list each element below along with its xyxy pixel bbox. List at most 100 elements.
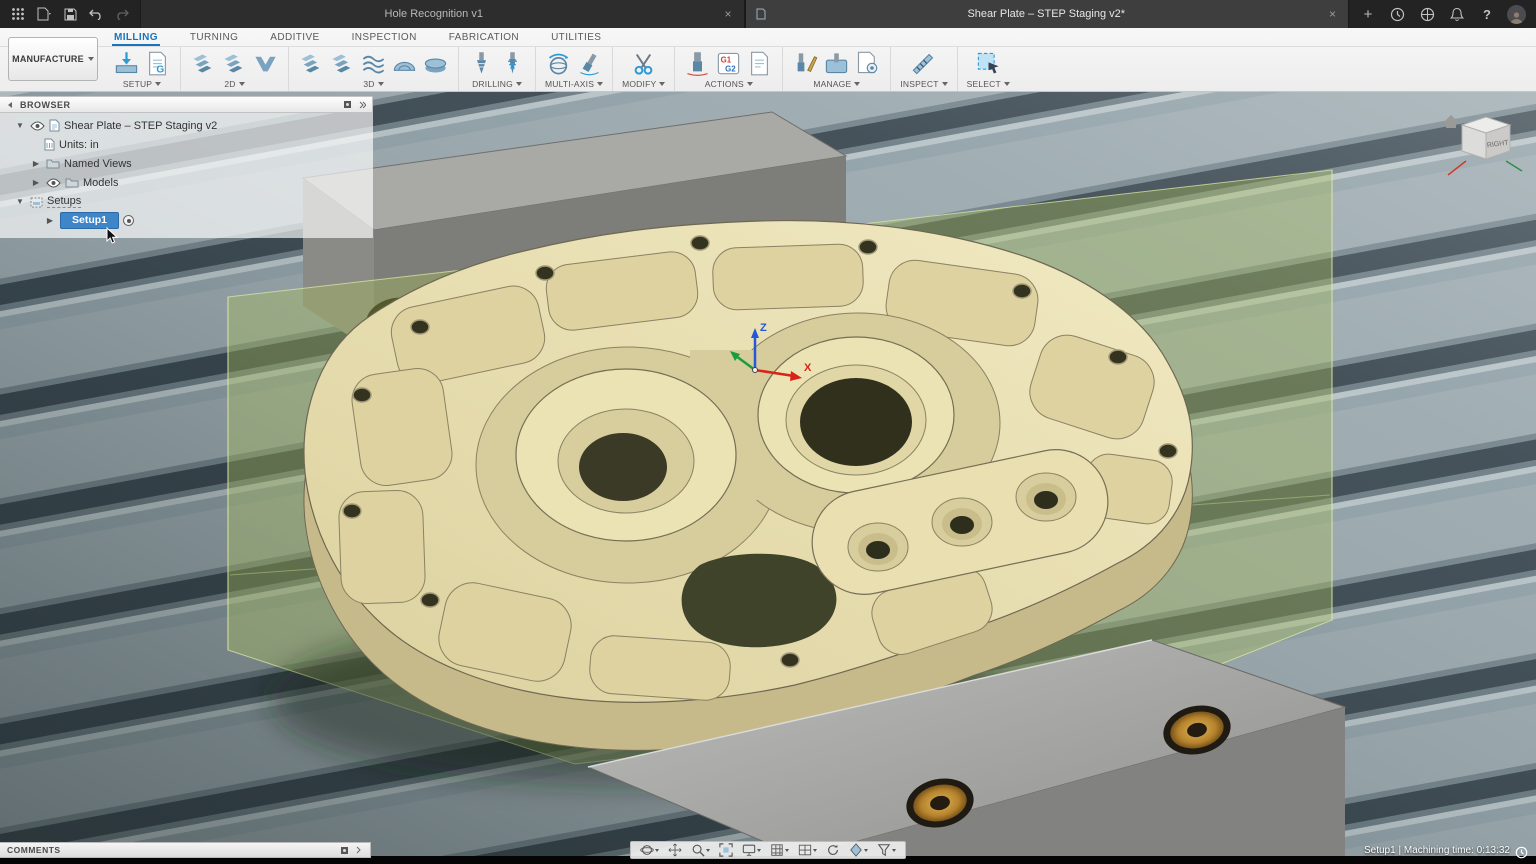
post-process-icon[interactable]: G1G2 <box>715 50 742 77</box>
refresh-button[interactable] <box>822 842 844 858</box>
drill-icon[interactable] <box>468 50 495 77</box>
help-glyph: ? <box>1483 7 1491 22</box>
tab-additive[interactable]: ADDITIVE <box>268 30 321 46</box>
2d-pocket-icon[interactable] <box>221 50 248 77</box>
scallop-icon[interactable] <box>391 50 418 77</box>
notifications-bell-icon[interactable] <box>1447 4 1467 24</box>
save-icon[interactable] <box>60 4 80 24</box>
titlebar-right-controls: + ? <box>1349 0 1536 28</box>
visibility-eye-icon[interactable] <box>46 178 61 188</box>
parallel-icon[interactable] <box>360 50 387 77</box>
thread-icon[interactable] <box>499 50 526 77</box>
tab-utilities[interactable]: UTILITIES <box>549 30 603 46</box>
job-status-icon[interactable] <box>1387 4 1407 24</box>
visual-style-icon <box>849 843 863 857</box>
document-tab-active[interactable]: Shear Plate – STEP Staging v2* × <box>745 0 1350 28</box>
group-label-multiaxis[interactable]: MULTI-AXIS <box>545 79 603 89</box>
browser-settings-icon[interactable] <box>343 100 352 109</box>
group-label-3d[interactable]: 3D <box>363 79 383 89</box>
extensions-icon[interactable] <box>1417 4 1437 24</box>
chevron-down-icon <box>1004 82 1010 86</box>
pan-button[interactable] <box>664 842 686 858</box>
tree-label-named-views: Named Views <box>64 158 132 170</box>
redo-icon[interactable] <box>112 4 132 24</box>
setups-icon <box>30 196 43 208</box>
tree-row-models[interactable]: ▶ Models <box>0 173 373 192</box>
setup-sheet-icon[interactable] <box>746 50 773 77</box>
expand-caret-icon[interactable]: ▶ <box>30 178 42 187</box>
tree-row-units[interactable]: Units: in <box>0 135 373 154</box>
swarf-icon[interactable] <box>576 50 603 77</box>
comments-expand-icon[interactable] <box>355 846 363 854</box>
tab-turning[interactable]: TURNING <box>188 30 240 46</box>
tree-row-setups[interactable]: ▼ Setups <box>0 192 373 211</box>
close-icon[interactable]: × <box>1327 7 1338 21</box>
workspace-switcher[interactable]: MANUFACTURE <box>8 37 98 81</box>
expand-caret-icon[interactable]: ▶ <box>30 159 42 168</box>
ribbon-tools: G SETUP 2D 3D <box>0 47 1536 91</box>
measure-icon[interactable] <box>910 50 937 77</box>
document-tab-inactive[interactable]: Hole Recognition v1 × <box>140 0 745 28</box>
new-tab-button[interactable]: + <box>1359 6 1377 23</box>
collapse-left-icon[interactable] <box>6 101 14 109</box>
machine-library-icon[interactable] <box>823 50 850 77</box>
expand-caret-icon[interactable]: ▼ <box>14 197 26 206</box>
group-label-drilling[interactable]: DRILLING <box>472 79 522 89</box>
panel-expand-icon[interactable] <box>358 101 366 109</box>
tree-row-document[interactable]: ▼ Shear Plate – STEP Staging v2 <box>0 116 373 135</box>
zoom-button[interactable] <box>687 842 714 858</box>
tree-row-setup1[interactable]: ▶ Setup1 <box>0 211 373 230</box>
grid-snaps-button[interactable] <box>766 842 793 858</box>
flat-icon[interactable] <box>422 50 449 77</box>
expand-caret-icon[interactable]: ▶ <box>44 216 56 225</box>
visual-style-button[interactable] <box>845 842 872 858</box>
2d-adaptive-icon[interactable] <box>190 50 217 77</box>
ribbon-group-2d: 2D <box>181 47 289 91</box>
help-icon[interactable]: ? <box>1477 4 1497 24</box>
2d-chamfer-icon[interactable] <box>252 50 279 77</box>
tab-fabrication[interactable]: FABRICATION <box>447 30 521 46</box>
new-setup-icon[interactable] <box>113 50 140 77</box>
visibility-eye-icon[interactable] <box>30 121 45 131</box>
fit-button[interactable] <box>715 842 737 858</box>
chevron-down-icon <box>706 849 710 852</box>
machining-status-text: Setup1 | Machining time: 0:13:32 <box>1364 845 1510 856</box>
active-setup-radio[interactable] <box>123 215 134 226</box>
generate-nc-icon[interactable]: G <box>144 50 171 77</box>
file-menu-icon[interactable] <box>34 4 54 24</box>
group-label-2d[interactable]: 2D <box>224 79 244 89</box>
expand-caret-icon[interactable]: ▼ <box>14 121 26 130</box>
3d-pocket-icon[interactable] <box>329 50 356 77</box>
chevron-down-icon <box>757 849 761 852</box>
group-label-select[interactable]: SELECT <box>967 79 1010 89</box>
selection-filter-icon <box>877 843 891 857</box>
chevron-down-icon <box>597 82 603 86</box>
close-icon[interactable]: × <box>722 7 733 21</box>
comments-settings-icon[interactable] <box>340 846 349 855</box>
group-label-manage[interactable]: MANAGE <box>813 79 860 89</box>
orbit-button[interactable] <box>636 842 663 858</box>
selection-filter-button[interactable] <box>873 842 900 858</box>
trim-scissors-icon[interactable] <box>630 50 657 77</box>
display-settings-button[interactable] <box>738 842 765 858</box>
simulate-icon[interactable] <box>684 50 711 77</box>
tool-library-icon[interactable] <box>792 50 819 77</box>
group-label-modify[interactable]: MODIFY <box>622 79 665 89</box>
group-label-actions[interactable]: ACTIONS <box>705 79 753 89</box>
undo-icon[interactable] <box>86 4 106 24</box>
ribbon-group-select: SELECT <box>958 47 1019 91</box>
avatar[interactable] <box>1507 5 1526 24</box>
comments-bar[interactable]: COMMENTS <box>0 842 371 858</box>
tab-inspection[interactable]: INSPECTION <box>350 30 419 46</box>
adaptive-clearing-icon[interactable] <box>298 50 325 77</box>
tree-row-named-views[interactable]: ▶ Named Views <box>0 154 373 173</box>
select-icon[interactable] <box>975 50 1002 77</box>
app-grid-icon[interactable] <box>8 4 28 24</box>
group-label-setup[interactable]: SETUP <box>123 79 161 89</box>
tab-milling[interactable]: MILLING <box>112 30 160 46</box>
zoom-icon <box>691 843 705 857</box>
group-label-inspect[interactable]: INSPECT <box>900 79 947 89</box>
viewports-button[interactable] <box>794 842 821 858</box>
multiaxis-contour-icon[interactable] <box>545 50 572 77</box>
post-library-icon[interactable] <box>854 50 881 77</box>
